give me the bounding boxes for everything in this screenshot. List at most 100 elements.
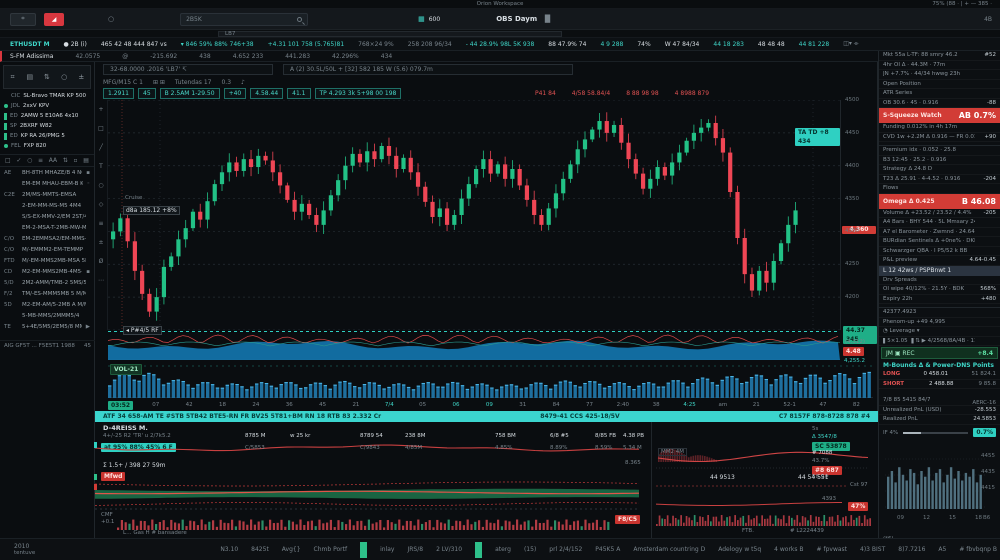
- info-row[interactable]: CVD 1w +2.2M Δ 0.916 — FR 0.01%+90: [879, 133, 1000, 143]
- chart-toolbar-item[interactable]: ⊞ ⊞: [153, 79, 165, 86]
- time-axis[interactable]: 03:52 074218243645217/40506093184772:403…: [108, 399, 873, 411]
- statusbar-item[interactable]: 4 works B: [774, 546, 803, 553]
- info-row[interactable]: A7 el Barometer · Zwmnd · 24.64: [879, 228, 1000, 238]
- watchlist-row[interactable]: CICSL-Bravo TMAR KP 500: [0, 91, 94, 101]
- list-item[interactable]: 5/D2M2-AMM/TMB-2 5MS/5: [0, 277, 94, 288]
- sidebar-small-icon[interactable]: □: [5, 157, 11, 164]
- info-row[interactable]: OI wipe 40/12% · 21.5Y · BDK568%: [879, 285, 1000, 295]
- info-row[interactable]: Flows: [879, 184, 1000, 194]
- info-row[interactable]: ▌5×1.05 ▐ ⇅ ▶ 4/2568/8A/4B · 11 · BB: [879, 337, 1000, 347]
- alert-banner[interactable]: S-Squeeze WatchAB 0.7%: [879, 108, 1000, 123]
- statusbar-item[interactable]: # fbvbqnp B: [959, 546, 997, 553]
- layout-button[interactable]: ⌗: [10, 13, 36, 26]
- chart-toolbar-item[interactable]: ♪: [241, 79, 245, 86]
- list-item[interactable]: 5DM2-EM-AM/5-2MB A M/M2: [0, 299, 94, 310]
- position-side-row[interactable]: LONG0 458.0151 824.1: [879, 370, 1000, 380]
- list-item[interactable]: 2-EM-MM-MS-M5 4M4: [0, 200, 94, 211]
- watchlist-row[interactable]: FELFXP 820: [0, 141, 94, 151]
- draw-tool-icon[interactable]: ±: [98, 239, 103, 246]
- info-row[interactable]: Funding 0.012% in 4h 17m: [879, 123, 1000, 133]
- statusbar-item[interactable]: P45K5 A: [595, 546, 620, 553]
- list-item[interactable]: C/OEM-2EMMSA2/EM-MMS-TEMS/2: [0, 233, 94, 244]
- volume-badge[interactable]: VOL-21: [110, 364, 142, 375]
- info-row[interactable]: ◔ Leverage ▾: [879, 327, 1000, 337]
- list-item[interactable]: S/S-EX-MMV-2/EM 2ST/4M: [0, 211, 94, 222]
- info-row[interactable]: BURdian Sentinels Δ +0ne% · DKDk: [879, 237, 1000, 247]
- statusbar-item[interactable]: aterg: [495, 546, 511, 553]
- statusbar-item[interactable]: Adelogy w t5q: [718, 546, 761, 553]
- draw-tool-icon[interactable]: ╱: [99, 144, 103, 151]
- list-item[interactable]: C2E2M/MS-MMTS-EMSA: [0, 189, 94, 200]
- info-row[interactable]: T23 Δ 25.91 · 4-4.52 · 0.916-204: [879, 175, 1000, 185]
- price-axis[interactable]: 4,360 45004450440043504300425042004150: [840, 100, 878, 330]
- statusbar-item[interactable]: A5: [938, 546, 946, 553]
- list-item[interactable]: TE5+4E/5M5/2EM5/8 MM4▶: [0, 321, 94, 332]
- sidebar-small-icon[interactable]: ○: [27, 157, 32, 164]
- bottom-right-indicator-panel[interactable]: 5sΔ 3547/8SC 53878# 708843.7%#8 68758 9#…: [652, 422, 878, 538]
- list-item[interactable]: C/OM/-EMMM2-EM-TEMMP: [0, 244, 94, 255]
- draw-tool-icon[interactable]: ⋯: [98, 277, 104, 284]
- clock-icon[interactable]: ○: [108, 15, 114, 23]
- info-row[interactable]: B3 12:45 · 25.2 · 0.916: [879, 156, 1000, 166]
- statusbar-item[interactable]: Chmb Portf: [314, 546, 348, 553]
- session-info-box[interactable]: A (2) 30.5L/50L + [32] 582 185 W (5.6) 0…: [283, 64, 573, 75]
- sidebar-tool-button[interactable]: ⌗: [6, 69, 20, 85]
- info-row[interactable]: JN +7.7% · 44/34 hwwg 23h: [879, 70, 1000, 80]
- info-row[interactable]: Strategy Δ 24.8 D: [879, 165, 1000, 175]
- info-row[interactable]: Unrealized PnL (USD)-28.553: [879, 406, 1000, 416]
- sidebar-tool-button[interactable]: ▤: [23, 69, 37, 85]
- statusbar-item[interactable]: prl 2/4/152: [549, 546, 582, 553]
- sidebar-small-icon[interactable]: ▤: [83, 157, 89, 164]
- list-item[interactable]: AEBH-8TH MHAZE/B 4 NG-RMD▪: [0, 167, 94, 178]
- order-entry-box[interactable]: TP 4.293 3k 5+98 00 198: [315, 88, 402, 99]
- info-row[interactable]: Premium idx · 0.052 · 25.8: [879, 146, 1000, 156]
- statusbar-item[interactable]: (15): [524, 546, 536, 553]
- statusbar-item[interactable]: 4)3 BIST: [860, 546, 885, 553]
- statusbar-item[interactable]: Avg{}: [282, 546, 301, 553]
- order-entry-box[interactable]: B 2.5AM 1-29.50: [160, 88, 220, 99]
- info-row[interactable]: 4hr OI Δ · 44.3M · 77m: [879, 61, 1000, 71]
- info-row[interactable]: Phenom-up +49 4,995: [879, 318, 1000, 328]
- statusbar-item[interactable]: 8)7.7216: [898, 546, 925, 553]
- overlay-indicator-band[interactable]: ◂ P#4/5 RF: [108, 330, 840, 360]
- list-item[interactable]: FTDM/-EM-MMS2MB-MSA 5MM2: [0, 255, 94, 266]
- info-row[interactable]: Mkt 55a L-TF: 88 smry 46.2#52: [879, 51, 1000, 61]
- overlay-label[interactable]: ◂ P#4/5 RF: [123, 326, 162, 335]
- watchlist-row[interactable]: SP2BXRF W82: [0, 121, 94, 131]
- order-entry-box[interactable]: 4.58.44: [250, 88, 283, 99]
- statusbar-item[interactable]: JRS/8: [407, 546, 423, 553]
- statusbar-item[interactable]: # fpvwast: [817, 546, 847, 553]
- info-row[interactable]: Expiry 22h+480: [879, 295, 1000, 305]
- draw-tool-icon[interactable]: +: [98, 106, 103, 113]
- statusbar-item[interactable]: inlay: [380, 546, 394, 553]
- statusbar-item[interactable]: N3.10: [220, 546, 238, 553]
- sidebar-small-icon[interactable]: ≡: [38, 157, 43, 164]
- draw-tool-icon[interactable]: ≡: [98, 220, 103, 227]
- statusbar-item[interactable]: Amsterdam countring D: [633, 546, 705, 553]
- chart-toolbar-item[interactable]: Tutendas 17: [175, 79, 212, 86]
- info-row[interactable]: P&L preview4.64-0.45: [879, 256, 1000, 266]
- info-row[interactable]: A4 Bars · BHY 544 · 5L Mmsary 246: [879, 218, 1000, 228]
- draw-tool-icon[interactable]: ◇: [99, 201, 104, 208]
- list-item[interactable]: EM-EM MHAU-EBM-B KS-MNEZ◦: [0, 178, 94, 189]
- info-row[interactable]: Drv Spreads: [879, 276, 1000, 286]
- draw-tool-icon[interactable]: Ø: [99, 258, 104, 265]
- chart-toolbar-item[interactable]: MFG/M15 C 1: [103, 79, 143, 86]
- leverage-slider[interactable]: IF 4%0.7%: [879, 425, 1000, 441]
- order-entry-box[interactable]: +40: [224, 88, 247, 99]
- alert-banner[interactable]: Omega Δ 0.425B 46.08: [879, 194, 1000, 209]
- order-entry-box[interactable]: 41.1: [287, 88, 310, 99]
- order-entry-box[interactable]: 1.2911: [103, 88, 134, 99]
- search-input[interactable]: 2B5K: [180, 13, 308, 26]
- order-entry-box[interactable]: 45: [138, 88, 156, 99]
- candlestick-chart[interactable]: Cruise d8a 185.12 +8% TA TD +8 434: [108, 100, 840, 330]
- list-item[interactable]: EM-2-MSA-T-2MB-MW-MM/MM-E: [0, 222, 94, 233]
- sidebar-small-icon[interactable]: ⇅: [63, 157, 68, 164]
- chart-label-2[interactable]: d8a 185.12 +8%: [123, 206, 180, 215]
- workspace-selector[interactable]: OBS Daym ▐▌: [496, 15, 553, 23]
- sidebar-tool-button[interactable]: ±: [74, 69, 88, 85]
- watchlist-row[interactable]: EDKP RA 26/PMG 5: [0, 131, 94, 141]
- list-item[interactable]: F/2TM/-ES-MMM5MB 5 M/MM2: [0, 288, 94, 299]
- info-row[interactable]: 42377.4923: [879, 308, 1000, 318]
- info-row[interactable]: Schwarzger QBA · I P5/52 k BB: [879, 247, 1000, 257]
